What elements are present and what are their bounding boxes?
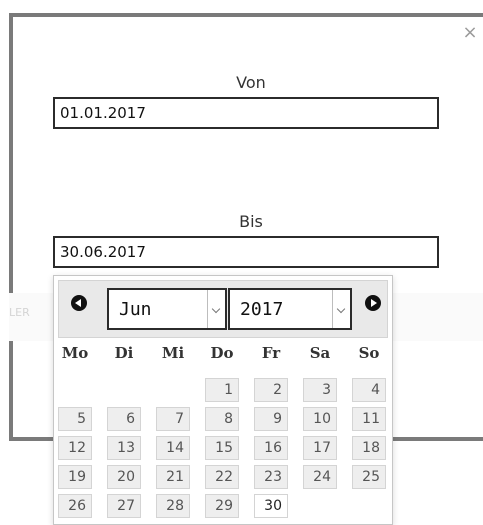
calendar-day[interactable]: 20 bbox=[107, 465, 141, 489]
calendar-day[interactable]: 19 bbox=[58, 465, 92, 489]
calendar-day[interactable]: 15 bbox=[205, 436, 239, 460]
weekday-header: Mi bbox=[161, 344, 185, 362]
weekday-header: Di bbox=[114, 344, 134, 362]
datepicker: Jun 2017 Mo Di Mi Do Fr Sa So 1 2 3 4 5 6 7 8 9 10 11 12 13… bbox=[53, 275, 393, 525]
chevron-down-icon bbox=[207, 290, 225, 328]
to-label: Bis bbox=[239, 212, 263, 231]
calendar-day[interactable]: 11 bbox=[352, 407, 386, 431]
calendar-day[interactable]: 27 bbox=[107, 494, 141, 518]
from-label: Von bbox=[236, 73, 266, 92]
weekday-header: Mo bbox=[61, 344, 89, 362]
calendar-day[interactable]: 6 bbox=[107, 407, 141, 431]
calendar-day[interactable]: 12 bbox=[58, 436, 92, 460]
month-select[interactable]: Jun bbox=[107, 288, 227, 330]
calendar-day[interactable]: 16 bbox=[254, 436, 288, 460]
calendar-day[interactable]: 2 bbox=[254, 378, 288, 402]
calendar-day[interactable]: 5 bbox=[58, 407, 92, 431]
calendar-day[interactable]: 21 bbox=[156, 465, 190, 489]
chevron-down-icon bbox=[332, 290, 350, 328]
calendar-day[interactable]: 18 bbox=[352, 436, 386, 460]
calendar-day[interactable]: 1 bbox=[205, 378, 239, 402]
calendar-day[interactable]: 17 bbox=[303, 436, 337, 460]
calendar-day[interactable]: 8 bbox=[205, 407, 239, 431]
calendar-day[interactable]: 14 bbox=[156, 436, 190, 460]
calendar-day[interactable]: 24 bbox=[303, 465, 337, 489]
weekday-header: So bbox=[358, 344, 380, 362]
circle-next-icon[interactable] bbox=[365, 295, 381, 311]
calendar-day[interactable]: 3 bbox=[303, 378, 337, 402]
year-select[interactable]: 2017 bbox=[228, 288, 352, 330]
close-icon[interactable]: × bbox=[462, 24, 478, 42]
calendar-day[interactable]: 28 bbox=[156, 494, 190, 518]
calendar-day[interactable]: 10 bbox=[303, 407, 337, 431]
weekday-header: Do bbox=[210, 344, 234, 362]
calendar-day[interactable]: 26 bbox=[58, 494, 92, 518]
datepicker-header: Jun 2017 bbox=[58, 280, 388, 338]
calendar-day[interactable]: 25 bbox=[352, 465, 386, 489]
month-select-value: Jun bbox=[119, 299, 152, 320]
to-date-input[interactable] bbox=[53, 236, 439, 268]
calendar-day[interactable]: 13 bbox=[107, 436, 141, 460]
calendar-day[interactable]: 9 bbox=[254, 407, 288, 431]
weekday-header: Sa bbox=[309, 344, 331, 362]
calendar-day[interactable]: 7 bbox=[156, 407, 190, 431]
background-text: LER bbox=[9, 306, 30, 319]
weekday-header: Fr bbox=[261, 344, 281, 362]
calendar-day[interactable]: 29 bbox=[205, 494, 239, 518]
calendar-day[interactable]: 30 bbox=[254, 494, 288, 518]
calendar-day[interactable]: 4 bbox=[352, 378, 386, 402]
calendar-day[interactable]: 23 bbox=[254, 465, 288, 489]
circle-prev-icon[interactable] bbox=[71, 295, 87, 311]
year-select-value: 2017 bbox=[240, 299, 284, 320]
calendar-day[interactable]: 22 bbox=[205, 465, 239, 489]
from-date-input[interactable] bbox=[53, 97, 439, 129]
